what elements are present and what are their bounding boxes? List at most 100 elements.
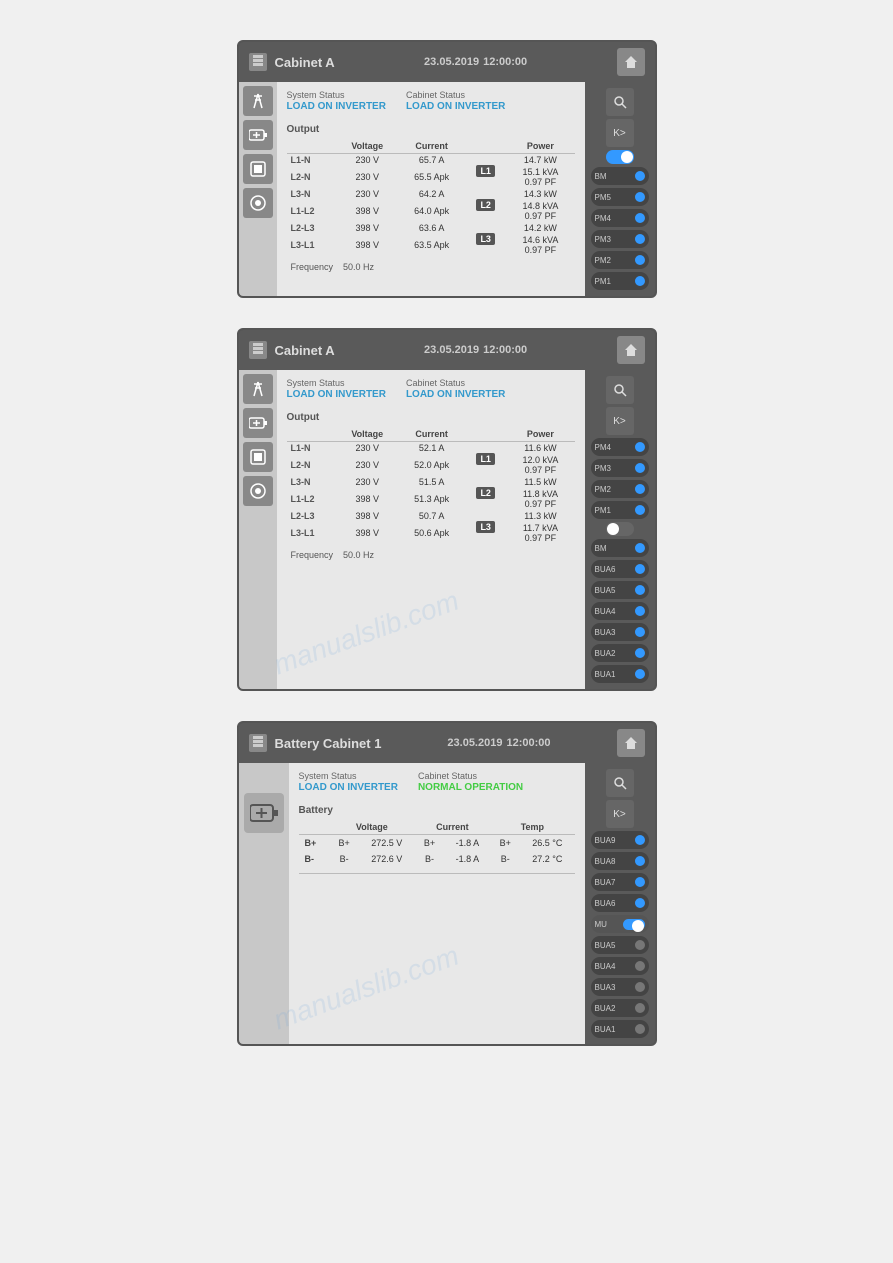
indicator-pm5-1[interactable]: PM5 [591, 188, 649, 206]
ind-label-bua8-3: BUA8 [595, 857, 616, 866]
toggle-mu-3[interactable] [623, 919, 645, 930]
indicator-bua3-3[interactable]: BUA3 [591, 978, 649, 996]
table-row: L3-N 230 V 64.2 A L2 14.3 kW [287, 188, 575, 200]
settings-icon-btn-1[interactable] [243, 188, 273, 218]
indicator-bua1-2[interactable]: BUA1 [591, 665, 649, 683]
bat-row-bminus: B- [299, 851, 330, 867]
table-row: B+ B+ 272.5 V B+ -1.8 A B+ 26.5 °C [299, 835, 575, 852]
indicator-bua4-2[interactable]: BUA4 [591, 602, 649, 620]
indicator-bua6-2[interactable]: BUA6 [591, 560, 649, 578]
p2-l2l3: 11.3 kW [506, 510, 574, 522]
table-row: L2-L3 398 V 50.7 A L3 11.3 kW [287, 510, 575, 522]
battery-icon-btn-1[interactable] [243, 120, 273, 150]
freq-value-1: 50.0 Hz [343, 262, 374, 272]
panel-title-2: Cabinet A [275, 343, 335, 358]
panel-header-3: Battery Cabinet 1 23.05.2019 12:00:00 [239, 723, 655, 763]
c-l2l3: 63.6 A [398, 222, 465, 234]
cabinet-status-value-2: LOAD ON INVERTER [406, 389, 505, 400]
p2-l1l2: 11.8 kVA0.97 PF [506, 488, 574, 510]
bat-col-voltage: Voltage [329, 820, 414, 835]
indicator-pm4-1[interactable]: PM4 [591, 209, 649, 227]
right-sidebar-1: K> BM PM5 PM4 PM3 PM2 P [585, 82, 655, 296]
col-phase-1 [465, 139, 506, 154]
panel-cabinet-a-1: Cabinet A 23.05.2019 12:00:00 [237, 40, 657, 298]
phase-l2: L2 [476, 199, 495, 211]
toggle-switch-2[interactable] [606, 522, 634, 536]
indicator-pm3-2[interactable]: PM3 [591, 459, 649, 477]
indicator-bua5-2[interactable]: BUA5 [591, 581, 649, 599]
col-voltage-2: Voltage [336, 427, 398, 442]
module-icon-btn-2[interactable] [243, 442, 273, 472]
battery-big-icon-3[interactable] [244, 793, 284, 833]
nav-kb-icon-3[interactable]: K> [606, 800, 634, 828]
indicator-pm1-1[interactable]: PM1 [591, 272, 649, 290]
row-l3n: L3-N [287, 188, 337, 200]
toggle-switch-1[interactable] [606, 150, 634, 164]
v-l3n: 230 V [336, 188, 398, 200]
system-status-label-2: System Status [287, 378, 386, 388]
nav-zoom-icon-3[interactable] [606, 769, 634, 797]
ind-dot-bm-2 [635, 543, 645, 553]
icon-col-3 [239, 763, 289, 1044]
nav-kb-icon-2[interactable]: K> [606, 407, 634, 435]
indicator-bua6-3[interactable]: BUA6 [591, 894, 649, 912]
indicator-bua9-3[interactable]: BUA9 [591, 831, 649, 849]
col-voltage-1: Voltage [336, 139, 398, 154]
indicator-bua8-3[interactable]: BUA8 [591, 852, 649, 870]
tower-icon-btn-2[interactable] [243, 374, 273, 404]
icon-sidebar-2 [239, 370, 277, 689]
indicator-bua4-3[interactable]: BUA4 [591, 957, 649, 975]
indicator-bua1-3[interactable]: BUA1 [591, 1020, 649, 1038]
status-row-1: System Status LOAD ON INVERTER Cabinet S… [287, 90, 575, 112]
panel-battery-cabinet-1: Battery Cabinet 1 23.05.2019 12:00:00 Sy… [237, 721, 657, 1046]
row-l1l2: L1-L2 [287, 200, 337, 222]
indicator-pm3-1[interactable]: PM3 [591, 230, 649, 248]
nav-zoom-icon-1[interactable] [606, 88, 634, 116]
title-area-1: Cabinet A [249, 53, 335, 71]
phase2-l1: L1 [476, 453, 495, 465]
indicator-pm1-2[interactable]: PM1 [591, 501, 649, 519]
ind-label-pm3-2: PM3 [595, 464, 611, 473]
home-button-3[interactable] [617, 729, 645, 757]
table-row: L1-L2 398 V 51.3 Apk 11.8 kVA0.97 PF [287, 488, 575, 510]
indicator-bua2-3[interactable]: BUA2 [591, 999, 649, 1017]
v2-l3n: 230 V [336, 476, 398, 488]
ind-label-bua9-3: BUA9 [595, 836, 616, 845]
c-l3n: 64.2 A [398, 188, 465, 200]
indicator-mu-3[interactable]: MU [591, 915, 649, 933]
row-l3l1: L3-L1 [287, 234, 337, 256]
module-icon-btn-1[interactable] [243, 154, 273, 184]
indicator-bua2-2[interactable]: BUA2 [591, 644, 649, 662]
v2-l1l2: 398 V [336, 488, 398, 510]
c2-l1l2: 51.3 Apk [398, 488, 465, 510]
indicator-pm4-2[interactable]: PM4 [591, 438, 649, 456]
v2-l1n: 230 V [336, 442, 398, 455]
system-status-value-2: LOAD ON INVERTER [287, 389, 386, 400]
p2-l3l1: 11.7 kVA0.97 PF [506, 522, 574, 544]
indicator-bm-2[interactable]: BM [591, 539, 649, 557]
cabinet-status-col-1: Cabinet Status LOAD ON INVERTER [406, 90, 505, 112]
indicator-bm-1[interactable]: BM [591, 167, 649, 185]
tower-icon-btn-1[interactable] [243, 86, 273, 116]
indicator-pm2-2[interactable]: PM2 [591, 480, 649, 498]
panel-title-3: Battery Cabinet 1 [275, 736, 382, 751]
nav-kb-icon-1[interactable]: K> [606, 119, 634, 147]
panel-body-2: System Status LOAD ON INVERTER Cabinet S… [239, 370, 655, 689]
indicator-bua7-3[interactable]: BUA7 [591, 873, 649, 891]
indicator-pm2-1[interactable]: PM2 [591, 251, 649, 269]
battery-table-3: Voltage Current Temp B+ B+ 272.5 V B+ -1… [299, 820, 575, 867]
freq-label-2: Frequency [291, 550, 334, 560]
system-status-col-2: System Status LOAD ON INVERTER [287, 378, 386, 400]
home-button-1[interactable] [617, 48, 645, 76]
ind-dot-bua3-3 [635, 982, 645, 992]
ind-dot-bm-1 [635, 171, 645, 181]
system-status-label-3: System Status [299, 771, 398, 781]
nav-zoom-icon-2[interactable] [606, 376, 634, 404]
ind-dot-bua6-3 [635, 898, 645, 908]
battery-icon-btn-2[interactable] [243, 408, 273, 438]
indicator-bua5-3[interactable]: BUA5 [591, 936, 649, 954]
table-row: B- B- 272.6 V B- -1.8 A B- 27.2 °C [299, 851, 575, 867]
settings-icon-btn-2[interactable] [243, 476, 273, 506]
indicator-bua3-2[interactable]: BUA3 [591, 623, 649, 641]
home-button-2[interactable] [617, 336, 645, 364]
